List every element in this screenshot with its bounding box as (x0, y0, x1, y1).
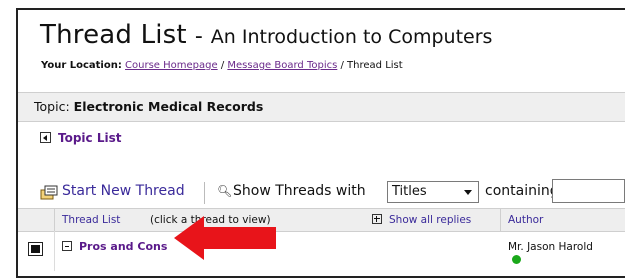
breadcrumb-current: Thread List (347, 60, 403, 71)
column-divider (500, 209, 501, 231)
collapse-icon[interactable] (62, 241, 72, 251)
breadcrumb-message-board-topics[interactable]: Message Board Topics (227, 60, 337, 71)
show-all-replies-link[interactable]: Show all replies (389, 214, 471, 226)
topic-label: Topic: (34, 99, 70, 114)
start-new-thread-button[interactable]: Start New Thread (62, 183, 185, 199)
thread-toolbar: Start New Thread 🔍︎ Show Threads with Ti… (18, 179, 625, 208)
location-label: Your Location: (41, 60, 122, 71)
red-arrow-annotation-icon (174, 216, 276, 260)
search-input[interactable] (552, 179, 625, 203)
expand-all-icon[interactable] (372, 214, 382, 224)
table-row: Pros and Cons Mr. Jason Harold (18, 231, 625, 271)
breadcrumb: Your Location: Course Homepage / Message… (41, 60, 403, 71)
topic-list-label[interactable]: Topic List (58, 131, 121, 145)
page-title: Thread List - An Introduction to Computers (40, 20, 492, 50)
topic-name: Electronic Medical Records (73, 99, 264, 114)
author-column-header[interactable]: Author (508, 214, 543, 226)
chevron-down-icon (464, 190, 472, 195)
topic-list-link[interactable]: Topic List (40, 131, 121, 145)
header-icon-column (18, 209, 55, 231)
breadcrumb-separator: / (217, 60, 228, 71)
thread-list-column-header[interactable]: Thread List (62, 214, 120, 226)
thread-table-header: Thread List (click a thread to view) Sho… (18, 208, 625, 232)
page-title-text: Thread List (40, 20, 187, 50)
title-dash: - (194, 24, 203, 49)
topic-heading: Topic: Electronic Medical Records (34, 99, 263, 114)
thread-filter-select[interactable]: Titles (387, 181, 479, 203)
toolbar-divider (204, 182, 205, 204)
show-threads-label: Show Threads with (233, 183, 366, 199)
breadcrumb-course-homepage[interactable]: Course Homepage (125, 60, 218, 71)
thread-author: Mr. Jason Harold (508, 241, 593, 253)
new-thread-icon[interactable] (40, 185, 58, 200)
row-divider (54, 231, 55, 271)
back-arrow-icon (40, 132, 51, 143)
online-status-icon (512, 255, 521, 264)
magnifier-icon: 🔍︎ (217, 184, 233, 198)
topic-bar: Topic: Electronic Medical Records (18, 92, 625, 122)
filter-selected-value: Titles (392, 184, 427, 199)
breadcrumb-separator: / (337, 60, 348, 71)
thread-list-panel: Thread List - An Introduction to Computers… (16, 8, 625, 278)
containing-label: containing (485, 183, 559, 199)
thread-title-link[interactable]: Pros and Cons (79, 240, 167, 253)
course-title: An Introduction to Computers (210, 26, 493, 48)
page-header: Thread List - An Introduction to Computers… (18, 10, 625, 92)
unread-thread-icon (28, 242, 43, 256)
